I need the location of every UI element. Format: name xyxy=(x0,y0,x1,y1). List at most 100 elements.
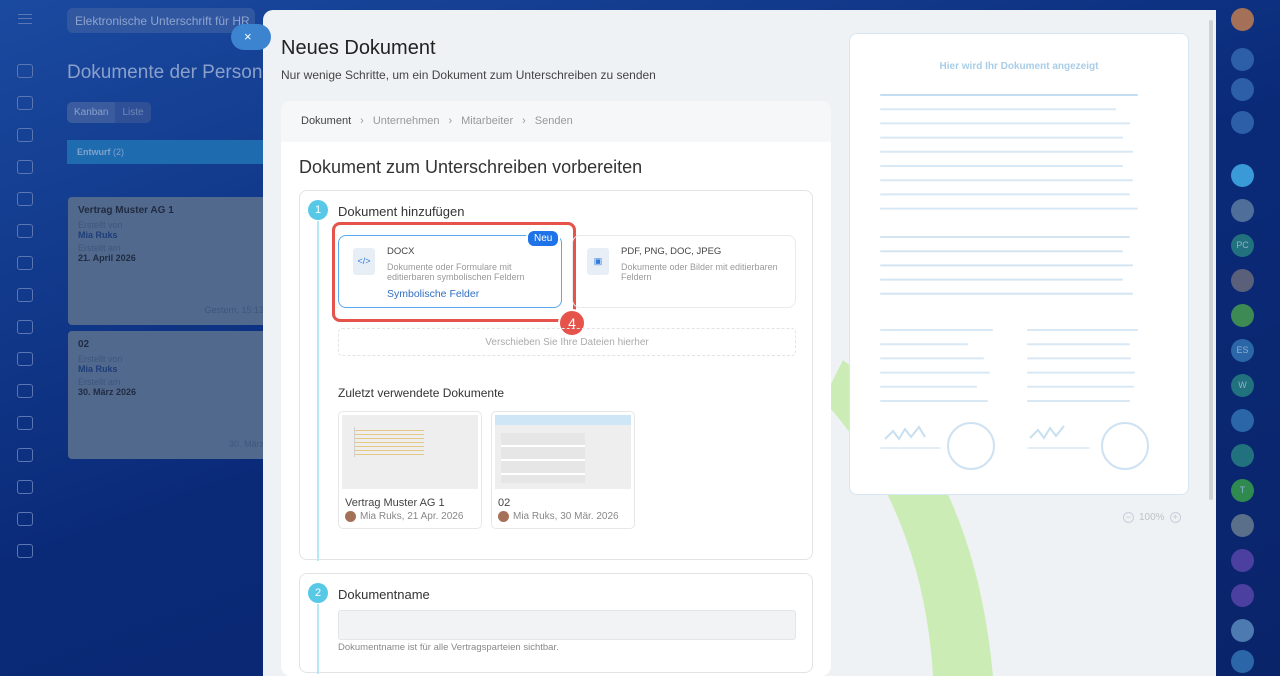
new-badge: Neu xyxy=(526,229,561,248)
creator-link[interactable]: Mia Ruks xyxy=(78,364,258,374)
nav-icon[interactable] xyxy=(17,544,33,558)
label: Erstellt von xyxy=(78,220,123,230)
crumb-mitarbeiter: Mitarbeiter xyxy=(461,115,514,127)
crumb-senden: Senden xyxy=(534,115,573,127)
right-bar-item[interactable]: T xyxy=(1231,479,1254,502)
nav-icon[interactable] xyxy=(17,288,33,302)
nav-icon[interactable] xyxy=(17,320,33,334)
avatar xyxy=(498,511,509,522)
right-bar: PC ES W T xyxy=(1216,0,1280,676)
step-line xyxy=(317,221,319,561)
nav-icon[interactable] xyxy=(17,224,33,238)
tab-liste[interactable]: Liste xyxy=(115,102,151,123)
column-count: (2) xyxy=(113,147,125,157)
right-bar-item[interactable] xyxy=(1231,199,1254,222)
zoom-level: 100% xyxy=(1139,512,1165,523)
page-title: Dokumente der Personalabteilung xyxy=(67,62,263,83)
left-nav xyxy=(0,0,50,676)
menu-icon[interactable] xyxy=(18,14,32,24)
right-bar-item[interactable]: PC xyxy=(1231,234,1254,257)
nav-icon[interactable] xyxy=(17,416,33,430)
zoom-in-icon[interactable]: + xyxy=(1169,512,1181,523)
option-name: PDF, PNG, DOC, JPEG xyxy=(621,246,722,257)
crumb-unternehmen: Unternehmen xyxy=(372,115,440,127)
document-name: 02 xyxy=(498,497,511,509)
step-number: 1 xyxy=(308,200,328,220)
document-meta: Mia Ruks, 21 Apr. 2026 xyxy=(339,511,481,522)
right-bar-item[interactable] xyxy=(1231,111,1254,134)
right-bar-item[interactable] xyxy=(1231,650,1254,673)
close-button[interactable]: × xyxy=(231,24,271,50)
nav-icon[interactable] xyxy=(17,448,33,462)
crumb-dokument: Dokument xyxy=(301,115,352,127)
symbolic-fields-link[interactable]: Symbolische Felder xyxy=(387,288,555,300)
right-bar-item[interactable] xyxy=(1231,78,1254,101)
nav-icon[interactable] xyxy=(17,480,33,494)
zoom-out-icon[interactable]: − xyxy=(1123,512,1134,523)
step-add-document: 1 Dokument hinzufügen </> DOCX Dokumente… xyxy=(299,190,813,561)
document-name-input[interactable] xyxy=(338,610,796,640)
right-bar-item[interactable] xyxy=(1231,48,1254,71)
view-switcher: Kanban Liste xyxy=(67,102,151,123)
column-name: Entwurf xyxy=(77,147,111,157)
nav-icon[interactable] xyxy=(17,160,33,174)
image-file-icon: ▣ xyxy=(587,248,609,275)
card-title: 02 xyxy=(78,339,90,350)
document-thumbnail xyxy=(495,415,631,489)
section-heading: Dokument zum Unterschreiben vorbereiten xyxy=(299,157,643,177)
kanban-card[interactable]: 02 Erstellt von Mia Ruks Erstellt am 30.… xyxy=(68,331,268,459)
right-bar-item[interactable] xyxy=(1231,269,1254,292)
option-name: DOCX xyxy=(387,246,415,257)
right-bar-item[interactable] xyxy=(1231,619,1254,642)
kanban-card[interactable]: Vertrag Muster AG 1 Erstellt von Mia Ruk… xyxy=(68,197,268,325)
step-document-name: 2 Dokumentname Dokumentname ist für alle… xyxy=(299,573,813,674)
right-bar-item[interactable] xyxy=(1231,444,1254,467)
right-bar-item[interactable] xyxy=(1231,584,1254,607)
user-avatar[interactable] xyxy=(1231,8,1254,31)
nav-icon[interactable] xyxy=(17,192,33,206)
recent-document[interactable]: 02 Mia Ruks, 30 Mär. 2026 xyxy=(491,411,635,529)
breadcrumb: Dokument › Unternehmen › Mitarbeiter › Send… xyxy=(281,101,831,142)
step-number: 2 xyxy=(308,583,328,603)
label: Erstellt von xyxy=(78,354,123,364)
nav-icon[interactable] xyxy=(17,512,33,526)
document-name: Vertrag Muster AG 1 xyxy=(345,497,445,509)
nav-icon[interactable] xyxy=(17,384,33,398)
scrollbar[interactable] xyxy=(1209,20,1213,500)
right-bar-item[interactable] xyxy=(1231,164,1254,187)
modal-title: Neues Dokument xyxy=(281,37,436,59)
right-bar-item[interactable] xyxy=(1231,514,1254,537)
tab-kanban[interactable]: Kanban xyxy=(67,102,116,123)
zoom-control: −100% + xyxy=(1123,512,1181,523)
nav-icon[interactable] xyxy=(17,96,33,110)
step-title: Dokument hinzufügen xyxy=(338,204,465,219)
nav-icon[interactable] xyxy=(17,64,33,78)
chevron-right-icon: › xyxy=(360,115,364,127)
step-line xyxy=(317,604,319,674)
recent-document[interactable]: Vertrag Muster AG 1 Mia Ruks, 21 Apr. 20… xyxy=(338,411,482,529)
right-bar-item[interactable]: ES xyxy=(1231,339,1254,362)
code-file-icon: </> xyxy=(353,248,375,275)
right-bar-item[interactable] xyxy=(1231,304,1254,327)
creator-link[interactable]: Mia Ruks xyxy=(78,230,258,240)
right-bar-item[interactable] xyxy=(1231,409,1254,432)
card-timestamp: 30. März xyxy=(228,439,264,449)
nav-icon[interactable] xyxy=(17,352,33,366)
card-title: Vertrag Muster AG 1 xyxy=(78,205,174,216)
nav-icon[interactable] xyxy=(17,128,33,142)
right-bar-item[interactable] xyxy=(1231,549,1254,572)
file-dropzone[interactable]: Verschieben Sie Ihre Dateien hierher xyxy=(338,328,796,356)
step-title: Dokumentname xyxy=(338,587,430,602)
document-illustration xyxy=(880,94,1149,470)
option-description: Dokumente oder Formulare mit editierbare… xyxy=(387,262,525,282)
kanban-column-header[interactable]: Entwurf (2) xyxy=(67,140,267,164)
option-description: Dokumente oder Bilder mit editierbaren F… xyxy=(621,262,778,282)
option-pdf-image[interactable]: ▣ PDF, PNG, DOC, JPEG Dokumente oder Bil… xyxy=(572,235,796,308)
label: Erstellt am xyxy=(78,377,121,387)
created-date: 30. März 2026 xyxy=(78,387,137,397)
input-hint: Dokumentname ist für alle Vertragspartei… xyxy=(338,642,559,653)
right-bar-item[interactable]: W xyxy=(1231,374,1254,397)
nav-icon[interactable] xyxy=(17,256,33,270)
search-input[interactable]: Elektronische Unterschrift für HR xyxy=(67,8,255,33)
avatar xyxy=(345,511,356,522)
